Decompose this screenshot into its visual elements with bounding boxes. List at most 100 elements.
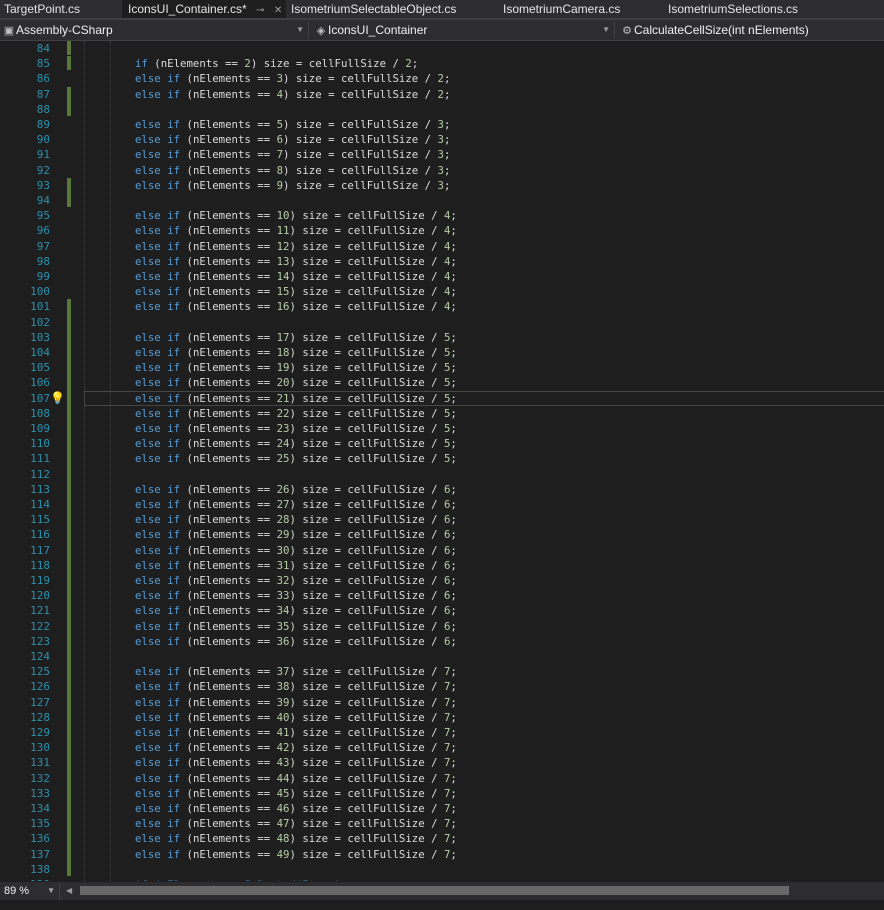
identifier: nElements [192,376,251,390]
identifier: size [302,710,329,724]
identifier: cellFullSize [347,376,425,390]
identifier: nElements [192,619,251,633]
method-icon: ⚙ [622,25,632,37]
scroll-left-icon[interactable]: ◀ [66,886,72,895]
member-dropdown[interactable]: ⚙ CalculateCellSize(int nElements) [620,21,882,39]
identifier: size [302,543,329,557]
identifier: cellFullSize [347,285,425,299]
keyword: if [167,786,181,800]
keyword: if (nElements == Selected(Items)... [135,878,360,881]
project-dropdown[interactable]: ▣ Assembly-CSharp ▼ [2,21,309,39]
keyword: if [167,118,181,131]
keyword: else [135,802,161,815]
identifier: cellFullSize [347,695,425,709]
horizontal-scrollbar[interactable] [80,886,789,895]
number-literal: 4 [443,254,451,268]
identifier: size [295,178,322,192]
line-number: 87 [36,87,50,101]
line-number: 115 [30,513,50,527]
line-number: 138 [30,862,50,876]
keyword: else [135,680,161,694]
identifier: cellFullSize [347,741,425,755]
number-literal: 28 [276,513,290,527]
keyword: else [135,741,161,755]
number-literal: 6 [443,482,451,496]
number-literal: 6 [443,619,451,633]
tab-isometrium-selections[interactable]: IsometriumSelections.cs [668,0,828,18]
close-icon[interactable]: ✕ [274,5,282,16]
keyword: else [135,391,161,405]
zoom-level-dropdown[interactable]: 89 % ▼ [0,882,60,900]
identifier: nElements [192,148,251,162]
tab-isometrium-camera[interactable]: IsometriumCamera.cs [503,0,653,18]
number-literal: 7 [443,710,451,724]
keyword: if [167,604,181,618]
code-editor[interactable]: 84 85 86 87 88 89 90 91 92 93 94 95 96 97 98 99 100 101 10… [0,41,884,881]
change-marker [67,86,71,116]
identifier: size [302,300,329,314]
code-line: else if (nElements == 8) size = cellFull… [135,163,451,177]
identifier: size [302,741,329,755]
keyword: if [167,482,181,496]
identifier: cellFullSize [347,528,425,542]
code-line: else if (nElements == 45) size = cellFul… [135,786,457,800]
keyword: if [167,254,181,268]
line-number: 90 [36,133,50,147]
number-literal: 46 [276,802,290,815]
keyword: if [167,437,181,451]
identifier: nElements [192,285,251,299]
line-number: 137 [30,847,50,861]
class-dropdown[interactable]: ◈ IconsUI_Container ▼ [314,21,615,39]
identifier: size [302,285,329,299]
keyword: if [167,163,181,177]
number-literal: 34 [276,604,290,618]
identifier: size [302,406,329,420]
keyword: else [135,756,161,770]
keyword: if [167,300,181,314]
identifier: size [295,118,322,131]
tab-iconsui-container[interactable]: IconsUI_Container.cs* ⊸ ✕ [122,0,286,18]
keyword: else [135,817,161,831]
line-number: 135 [30,817,50,831]
identifier: cellFullSize [347,619,425,633]
number-literal: 6 [443,574,451,587]
pin-icon[interactable]: ⊸ [256,5,264,16]
number-literal: 7 [443,832,451,846]
keyword: if [167,832,181,846]
identifier: cellFullSize [347,330,425,344]
code-line: else if (nElements == 38) size = cellFul… [135,680,457,694]
number-literal: 5 [443,330,451,344]
tab-targetpoint[interactable]: TargetPoint.cs [4,0,122,18]
identifier: size [302,589,329,603]
line-number-gutter: 84 85 86 87 88 89 90 91 92 93 94 95 96 97 98 99 100 101 10… [0,41,58,881]
keyword: else [135,406,161,420]
number-literal: 10 [276,209,290,223]
lightbulb-icon[interactable]: 💡 [50,391,65,405]
identifier: cellFullSize [347,543,425,557]
identifier: nElements [192,330,251,344]
identifier: cellFullSize [347,406,425,420]
identifier: cellFullSize [347,604,425,618]
number-literal: 2 [437,72,444,86]
identifier: size [302,224,329,238]
identifier: size [302,482,329,496]
keyword: else [135,574,161,587]
number-literal: 6 [276,133,284,147]
number-literal: 14 [276,270,290,283]
keyword: else [135,118,161,131]
number-literal: 7 [443,786,451,800]
tab-isometrium-selectable-object[interactable]: IsometriumSelectableObject.cs [291,0,491,18]
number-literal: 36 [276,634,290,648]
keyword: if [167,224,181,238]
number-literal: 6 [443,513,451,527]
keyword: if [167,710,181,724]
code-line: else if (nElements == 40) size = cellFul… [135,710,457,724]
number-literal: 4 [443,239,451,253]
code-line: else if (nElements == 32) size = cellFul… [135,574,457,587]
number-literal: 11 [276,224,290,238]
code-line: else if (nElements == 14) size = cellFul… [135,270,457,283]
code-line: else if (nElements == 12) size = cellFul… [135,239,457,253]
change-marker [67,299,71,876]
keyword: if [167,270,181,283]
keyword: else [135,163,161,177]
